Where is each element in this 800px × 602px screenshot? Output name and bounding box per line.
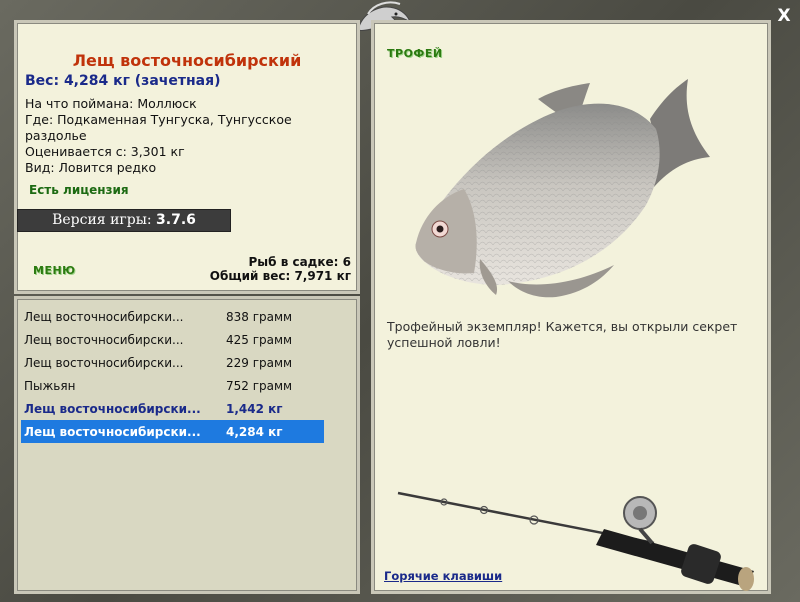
trophy-message: Трофейный экземпляр! Кажется, вы открыли… bbox=[387, 319, 738, 350]
version-number: 3.7.6 bbox=[156, 212, 196, 228]
catch-weight: 838 грамм bbox=[226, 309, 293, 324]
catch-name: Лещ восточносибирски... bbox=[24, 355, 184, 370]
valued-line: Оценивается с: 3,301 кг bbox=[25, 144, 185, 159]
menu-button[interactable]: МЕНЮ bbox=[33, 264, 76, 277]
catch-name: Лещ восточносибирски... bbox=[24, 424, 201, 439]
catch-name: Пыжьян bbox=[24, 378, 76, 393]
catch-weight: 425 грамм bbox=[226, 332, 293, 347]
keepnet-stats: Рыб в садке: 6 Общий вес: 7,971 кг bbox=[210, 255, 351, 283]
trophy-panel: ТРОФЕЙ Трофейный экземпляр! Кажется, вы … bbox=[371, 20, 771, 594]
hotkeys-link[interactable]: Горячие клавиши bbox=[384, 569, 502, 583]
catch-name: Лещ восточносибирски... bbox=[24, 309, 184, 324]
bait-line: На что поймана: Моллюск bbox=[25, 96, 197, 111]
catch-weight: 4,284 кг bbox=[226, 424, 283, 439]
location-line: Где: Подкаменная Тунгуска, Тунгусское ра… bbox=[25, 112, 292, 143]
license-status: Есть лицензия bbox=[29, 183, 129, 197]
catch-row[interactable]: Лещ восточносибирски... 229 грамм bbox=[21, 351, 324, 374]
keepnet-count: Рыб в садке: 6 bbox=[248, 255, 352, 269]
catch-name: Лещ восточносибирски... bbox=[24, 332, 184, 347]
catch-row-trophy[interactable]: Лещ восточносибирски... 1,442 кг bbox=[21, 397, 324, 420]
catch-weight: 1,442 кг bbox=[226, 401, 283, 416]
fish-info-panel: Лещ восточносибирский Вес: 4,284 кг (зач… bbox=[14, 20, 360, 294]
version-badge: Версия игры: 3.7.6 bbox=[17, 209, 231, 232]
catch-list: Лещ восточносибирски... 838 грамм Лещ во… bbox=[21, 305, 324, 443]
catch-list-panel: Лещ восточносибирски... 838 грамм Лещ во… bbox=[14, 296, 360, 594]
catch-row[interactable]: Лещ восточносибирски... 838 грамм bbox=[21, 305, 324, 328]
catch-name: Лещ восточносибирски... bbox=[24, 401, 201, 416]
catch-weight: 752 грамм bbox=[226, 378, 293, 393]
catch-row[interactable]: Пыжьян 752 грамм bbox=[21, 374, 324, 397]
close-button[interactable]: X bbox=[772, 4, 796, 28]
keepnet-total-weight: Общий вес: 7,971 кг bbox=[209, 269, 351, 283]
version-label: Версия игры: bbox=[52, 212, 152, 228]
kind-line: Вид: Ловится редко bbox=[25, 160, 157, 175]
catch-weight: 229 грамм bbox=[226, 355, 293, 370]
catch-row[interactable]: Лещ восточносибирски... 425 грамм bbox=[21, 328, 324, 351]
fish-weight: Вес: 4,284 кг (зачетная) bbox=[25, 73, 221, 89]
fish-details: На что поймана: Моллюск Где: Подкаменная… bbox=[25, 96, 345, 176]
bream-fish-image bbox=[415, 79, 710, 298]
catch-row-selected[interactable]: Лещ восточносибирски... 4,284 кг bbox=[21, 420, 324, 443]
fish-title: Лещ восточносибирский bbox=[72, 51, 302, 70]
